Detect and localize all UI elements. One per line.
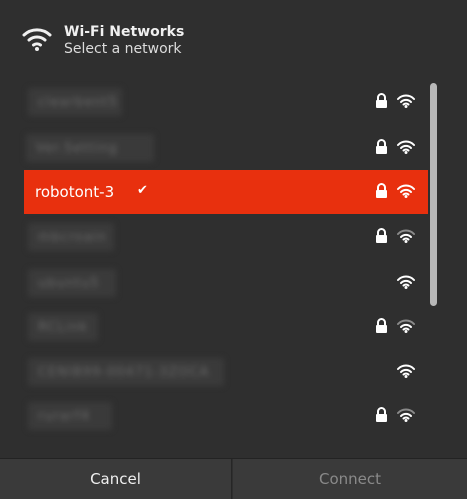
network-name: Ver.Setting: [36, 141, 118, 156]
network-row[interactable]: clearbent5: [24, 80, 428, 124]
signal-strength-icon: [397, 364, 415, 378]
signal-strength-icon: [397, 184, 415, 198]
network-row[interactable]: RCLink: [24, 305, 428, 349]
lock-icon: [376, 93, 387, 108]
lock-icon: [376, 407, 387, 422]
network-list[interactable]: clearbent5 Ver.Setting robotont-3 ✔ mbcroain…: [24, 80, 428, 455]
network-name-redacted: RCLink: [28, 313, 98, 341]
dialog-footer: Cancel Connect: [0, 458, 467, 499]
network-row[interactable]: mbcroain: [24, 215, 428, 259]
dialog-subtitle: Select a network: [64, 41, 182, 57]
network-name: ubuntu5: [38, 276, 100, 291]
lock-icon: [376, 183, 387, 198]
signal-strength-icon: [397, 229, 415, 243]
lock-icon: [376, 228, 387, 243]
wifi-dialog: Wi-Fi Networks Select a network clearben…: [0, 0, 467, 499]
signal-strength-icon: [397, 94, 415, 108]
dialog-header: Wi-Fi Networks Select a network: [0, 0, 467, 70]
network-name: CENIB99-00471-3ZOCA: [38, 365, 210, 380]
network-row[interactable]: Ver.Setting: [24, 126, 428, 170]
network-name-redacted: clearbent5: [28, 88, 122, 116]
lock-icon: [376, 318, 387, 333]
network-name: robotont-3: [35, 183, 115, 201]
network-row[interactable]: ubuntu5: [24, 261, 428, 305]
signal-strength-icon: [397, 319, 415, 333]
network-name: clearbent5: [38, 95, 118, 110]
network-row[interactable]: rurarf4: [24, 394, 428, 438]
wifi-icon: [22, 28, 52, 51]
lock-icon: [376, 139, 387, 154]
network-name-redacted: mbcroain: [28, 223, 114, 251]
network-name: mbcroain: [38, 230, 107, 245]
network-name-redacted: ubuntu5: [28, 269, 116, 297]
connect-button[interactable]: Connect: [233, 459, 467, 499]
signal-strength-icon: [397, 408, 415, 422]
cancel-button[interactable]: Cancel: [0, 459, 232, 499]
network-list-scrollbar[interactable]: [430, 83, 437, 306]
network-name: RCLink: [38, 320, 89, 335]
connected-check-icon: ✔: [137, 183, 148, 198]
network-row[interactable]: CENIB99-00471-3ZOCA: [24, 350, 428, 394]
dialog-title: Wi-Fi Networks: [64, 24, 185, 40]
signal-strength-icon: [397, 275, 415, 289]
network-name-redacted: Ver.Setting: [26, 134, 154, 162]
network-name: rurarf4: [38, 409, 91, 424]
network-row-selected[interactable]: robotont-3 ✔: [24, 170, 428, 214]
signal-strength-icon: [397, 140, 415, 154]
network-name-redacted: rurarf4: [28, 402, 112, 430]
network-name-redacted: CENIB99-00471-3ZOCA: [28, 358, 224, 386]
